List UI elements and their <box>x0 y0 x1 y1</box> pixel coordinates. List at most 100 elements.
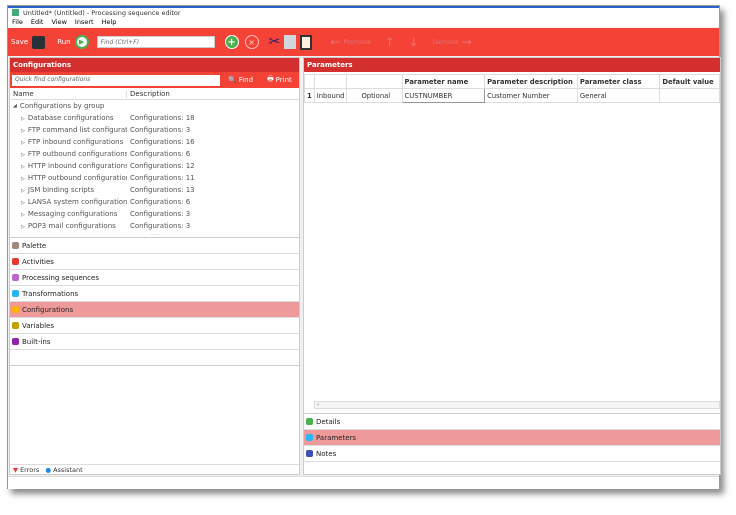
row-description: Configurations: 6 <box>130 198 191 206</box>
expand-icon: ▷ <box>21 200 25 206</box>
title-bar: Untitled* (Untitled) - Processing sequen… <box>8 6 719 17</box>
parameters-header: Parameters <box>304 58 720 72</box>
tree-row[interactable]: ▷ LANSA system configurations Configuratio… <box>10 196 299 208</box>
save-button[interactable]: Save <box>11 35 46 49</box>
variables-icon <box>12 322 19 329</box>
cut-icon[interactable]: ✂ <box>269 34 281 50</box>
arrow-up-icon: ↑ <box>384 35 395 49</box>
divider <box>10 365 299 366</box>
print-button[interactable]: Print <box>276 76 292 84</box>
find-input[interactable]: Find (Ctrl+F) <box>96 36 215 48</box>
tree-group[interactable]: ◢ Configurations by group <box>10 100 299 112</box>
row-name: HTTP inbound configurations <box>27 162 127 170</box>
tab-assistant[interactable]: ● Assistant <box>45 466 82 474</box>
nav-activities[interactable]: Activities <box>10 254 299 270</box>
menu-file[interactable]: File <box>12 18 23 26</box>
paste-icon[interactable] <box>300 34 313 50</box>
arrow-down-icon: ↓ <box>408 35 419 49</box>
processing-sequences-icon <box>12 274 19 281</box>
quick-find-input[interactable]: Quick find configurations <box>12 74 220 86</box>
menu-bar: File Edit View Insert Help <box>8 17 719 27</box>
app-window: Untitled* (Untitled) - Processing sequen… <box>7 5 721 489</box>
toolbar: Save Run ▶ Find (Ctrl+F) + × ✂ ← Promote … <box>8 28 719 56</box>
nav-built-ins[interactable]: Built-ins <box>10 334 299 350</box>
run-label: Run <box>57 38 71 46</box>
col-default-value[interactable]: Default value <box>659 74 720 89</box>
errors-label: Errors <box>20 465 40 474</box>
row-name: FTP inbound configurations <box>27 138 124 146</box>
nav-notes[interactable]: Notes <box>304 446 720 462</box>
nav-transformations[interactable]: Transformations <box>10 286 299 302</box>
expand-icon: ▷ <box>21 224 25 230</box>
add-icon[interactable]: + <box>224 35 239 49</box>
cell-parameter-name[interactable]: CUSTNUMBER <box>401 88 486 103</box>
cell-required[interactable]: Optional <box>346 88 403 103</box>
row-description: Configurations: 12 <box>130 162 195 170</box>
row-name: LANSA system configurations <box>27 198 127 206</box>
run-button[interactable]: Run ▶ <box>57 35 89 49</box>
col-parameter-description[interactable]: Parameter description <box>484 74 578 89</box>
nav-parameters[interactable]: Parameters <box>304 430 720 446</box>
menu-insert[interactable]: Insert <box>75 18 94 26</box>
quick-find-bar: Quick find configurations 🔍 Find 🖶 Print <box>10 72 299 88</box>
tree-row[interactable]: ▷ FTP inbound configurations Configuration… <box>10 136 299 148</box>
nav-label: Notes <box>316 449 337 458</box>
row-name: POP3 mail configurations <box>27 222 116 230</box>
cell-parameter-description[interactable]: Customer Number <box>484 88 578 103</box>
bottom-tabs: ▼ Errors ● Assistant <box>10 464 299 474</box>
tree-list: ▷ Database configurations Configurations: … <box>10 112 299 232</box>
row-description: Configurations: 3 <box>130 126 191 134</box>
nav-label: Transformations <box>22 289 79 298</box>
nav-variables[interactable]: Variables <box>10 318 299 334</box>
tree-row[interactable]: ▷ Database configurations Configurations: … <box>10 112 299 124</box>
table-header: Parameter name Parameter description Par… <box>304 74 720 89</box>
error-icon: ▼ <box>13 465 18 474</box>
row-name: Messaging configurations <box>27 210 118 218</box>
nav-processing-sequences[interactable]: Processing sequences <box>10 270 299 286</box>
row-description: Configurations: 3 <box>130 210 191 218</box>
tree-row[interactable]: ▷ Messaging configurations Configurations:… <box>10 208 299 220</box>
col-required <box>346 74 403 89</box>
save-label: Save <box>11 38 29 46</box>
col-description[interactable]: Description <box>127 90 170 98</box>
copy-icon[interactable] <box>284 35 297 49</box>
nav-configurations[interactable]: Configurations <box>10 302 299 318</box>
tree-row[interactable]: ▷ POP3 mail configurations Configurations:… <box>10 220 299 232</box>
tree-row[interactable]: ▷FTP command list configuratio...Configu… <box>10 124 299 136</box>
menu-view[interactable]: View <box>51 18 66 26</box>
tree-row[interactable]: ▷ JSM binding scripts Configurations: 13 <box>10 184 299 196</box>
arrow-left-icon: ← <box>330 35 341 49</box>
left-nav: Palette Activities Processing sequences Tra… <box>10 238 299 350</box>
row-name: HTTP outbound configurations <box>27 174 127 182</box>
tree-row[interactable]: ▷ FTP outbound configurations Configuratio… <box>10 148 299 160</box>
menu-help[interactable]: Help <box>102 18 117 26</box>
tab-errors[interactable]: ▼ Errors <box>13 466 39 474</box>
horizontal-scrollbar[interactable]: ‹ <box>314 401 720 409</box>
tree-row[interactable]: ▷ HTTP inbound configurations Configuratio… <box>10 160 299 172</box>
row-description: Configurations: 13 <box>130 186 195 194</box>
expand-icon: ▷ <box>21 128 25 134</box>
row-description: Configurations: 11 <box>130 174 195 182</box>
nav-label: Parameters <box>316 433 357 442</box>
col-parameter-class[interactable]: Parameter class <box>576 74 661 89</box>
nav-palette[interactable]: Palette <box>10 238 299 254</box>
cell-parameter-class[interactable]: General <box>576 88 661 103</box>
cell-direction[interactable]: Inbound <box>313 88 348 103</box>
play-icon: ▶ <box>74 35 89 49</box>
palette-icon <box>12 242 19 249</box>
col-parameter-name[interactable]: Parameter name <box>401 74 486 89</box>
expand-icon: ▷ <box>21 212 25 218</box>
search-icon: 🔍 <box>228 76 237 84</box>
left-panel: Configurations Quick find configurations… <box>9 57 300 475</box>
expand-icon: ▷ <box>21 188 25 194</box>
table-row[interactable]: 1 Inbound Optional CUSTNUMBER Customer N… <box>304 88 720 103</box>
delete-icon[interactable]: × <box>244 35 259 49</box>
nav-details[interactable]: Details <box>304 414 720 430</box>
configurations-icon <box>12 306 19 313</box>
cell-default-value[interactable] <box>659 88 720 103</box>
col-name[interactable]: Name <box>10 89 127 98</box>
arrow-right-icon: → <box>461 35 472 49</box>
find-button[interactable]: Find <box>239 76 253 84</box>
tree-row[interactable]: ▷ HTTP outbound configurations Configurati… <box>10 172 299 184</box>
menu-edit[interactable]: Edit <box>31 18 44 26</box>
